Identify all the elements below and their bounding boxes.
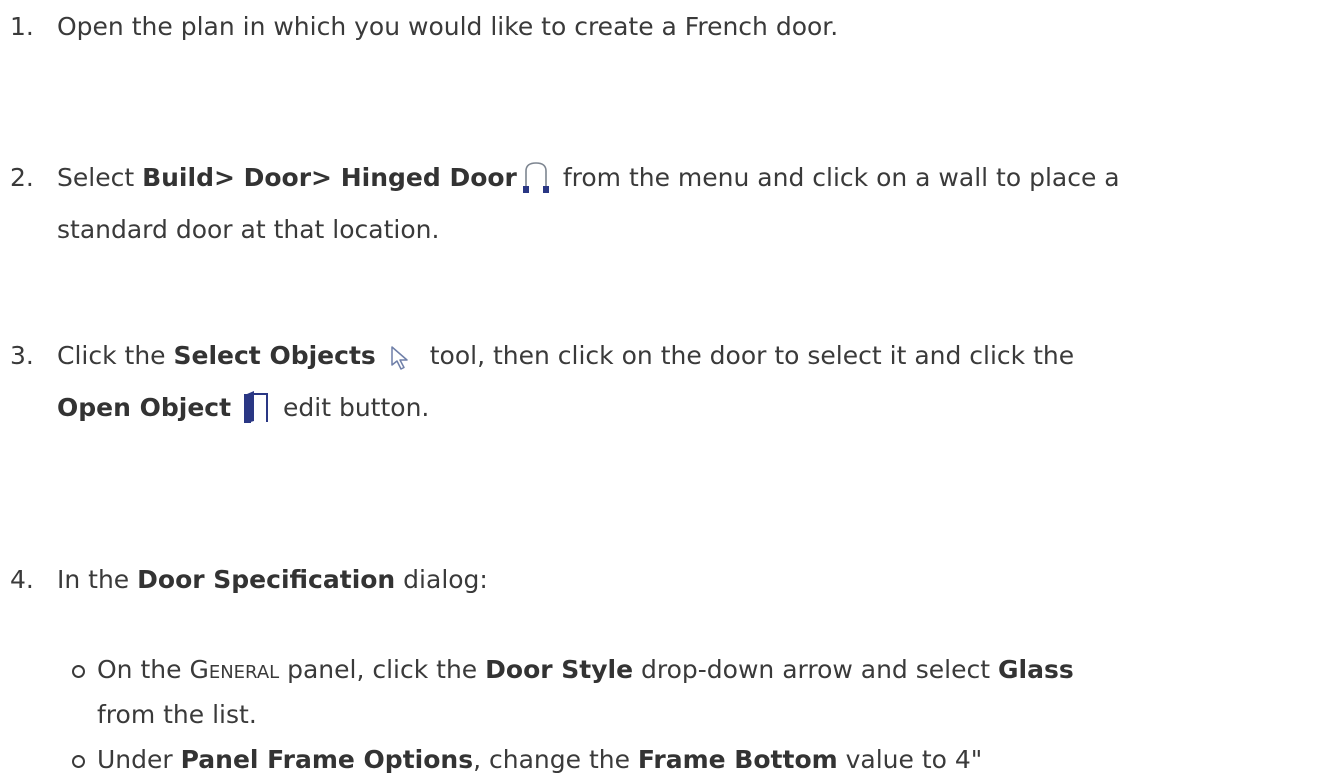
substep-1-mid2: drop-down arrow and select bbox=[633, 655, 998, 684]
step-3: 3. Click the Select Objects tool, then c… bbox=[10, 333, 1314, 437]
bullet-circle bbox=[72, 755, 85, 768]
step-3-post: edit button. bbox=[275, 393, 430, 422]
substep-1-mid1: panel, click the bbox=[279, 655, 486, 684]
menu-path: Build> Door> Hinged Door bbox=[142, 163, 517, 192]
step-2-line2: standard door at that location. bbox=[57, 215, 440, 244]
select-objects-icon bbox=[390, 340, 412, 385]
step-2-pre: Select bbox=[57, 163, 143, 192]
step-3-pre: Click the bbox=[57, 341, 174, 370]
substep-2-post: value to 4" bbox=[837, 745, 983, 774]
step-1: 1. Open the plan in which you would like… bbox=[10, 4, 1314, 49]
step-number: 2. bbox=[10, 163, 34, 192]
substep-1-pre: On the bbox=[97, 655, 190, 684]
substep-text: Under Panel Frame Options, change the Fr… bbox=[97, 737, 1314, 782]
step-text: Select Build> Door> Hinged Door from the… bbox=[57, 155, 1314, 252]
dialog-name: Door Specification bbox=[137, 565, 396, 594]
substep-1-line2: from the list. bbox=[97, 700, 257, 729]
step-1-text: Open the plan in which you would like to… bbox=[57, 12, 839, 41]
substep-2: Under Panel Frame Options, change the Fr… bbox=[72, 737, 1314, 782]
door-style-label: Door Style bbox=[485, 655, 634, 684]
step-3-mid: tool, then click on the door to select i… bbox=[421, 341, 1075, 370]
step-text: In the Door Specification dialog: bbox=[57, 557, 1314, 602]
substep-1: On the General panel, click the Door Sty… bbox=[72, 647, 1314, 737]
substep-2-mid: , change the bbox=[473, 745, 638, 774]
panel-name: General bbox=[189, 655, 280, 684]
substep-text: On the General panel, click the Door Sty… bbox=[97, 647, 1314, 737]
step-number: 3. bbox=[10, 341, 34, 370]
hinged-door-icon bbox=[522, 161, 549, 207]
step-4-pre: In the bbox=[57, 565, 138, 594]
step-text: Open the plan in which you would like to… bbox=[57, 4, 1314, 49]
frame-bottom-label: Frame Bottom bbox=[637, 745, 838, 774]
step-4-post: dialog: bbox=[395, 565, 488, 594]
glass-label: Glass bbox=[997, 655, 1074, 684]
open-object-label: Open Object bbox=[57, 393, 232, 422]
step-2: 2. Select Build> Door> Hinged Door from … bbox=[10, 155, 1314, 252]
panel-frame-options-label: Panel Frame Options bbox=[180, 745, 474, 774]
select-objects-label: Select Objects bbox=[173, 341, 376, 370]
step-4: 4. In the Door Specification dialog: bbox=[10, 557, 1314, 602]
bullet-circle bbox=[72, 665, 85, 678]
open-object-icon bbox=[243, 391, 269, 437]
step-number: 1. bbox=[10, 12, 34, 41]
step-number: 4. bbox=[10, 565, 34, 594]
substep-2-pre: Under bbox=[97, 745, 181, 774]
step-text: Click the Select Objects tool, then clic… bbox=[57, 333, 1314, 437]
step-2-post: from the menu and click on a wall to pla… bbox=[554, 163, 1120, 192]
